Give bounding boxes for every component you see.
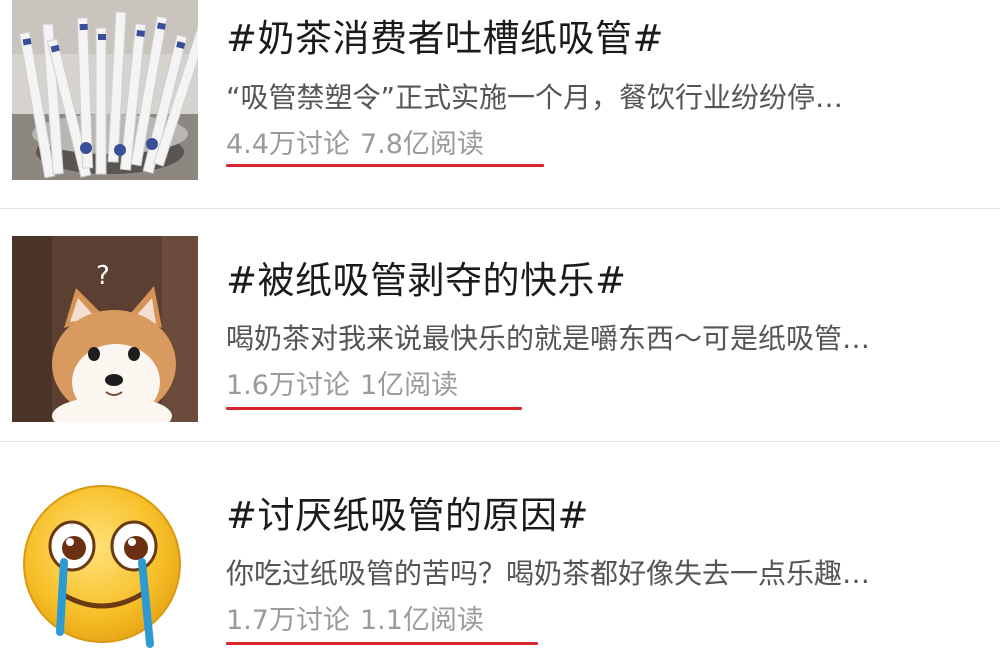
paper-straws-photo-icon (12, 0, 198, 180)
read-count: 1.1亿阅读 (359, 605, 484, 636)
topic-title[interactable]: #被纸吸管剥夺的快乐# (226, 259, 627, 303)
discussion-count: 1.6万讨论 (226, 370, 350, 401)
topic-description: 喝奶茶对我来说最快乐的就是嚼东西～可是纸吸管… (226, 322, 871, 355)
red-underline (226, 407, 522, 410)
topic-stats: 1.7万讨论 1.1亿阅读 (226, 604, 494, 638)
crying-emoji-thumbnail (12, 468, 198, 654)
crying-smiley-emoji-icon (12, 468, 198, 654)
read-count: 7.8亿阅读 (359, 129, 484, 160)
discussion-count: 1.7万讨论 (226, 605, 350, 636)
paper-straws-thumbnail (12, 0, 198, 180)
topic-description: “吸管禁塑令”正式实施一个月，餐饮行业纷纷停… (226, 81, 844, 114)
shiba-dog-thumbnail: ? (12, 236, 198, 422)
topic-title[interactable]: #奶茶消费者吐槽纸吸管# (226, 17, 664, 61)
svg-text:?: ? (96, 261, 110, 291)
topic-stats: 4.4万讨论 7.8亿阅读 (226, 128, 494, 162)
topic-description: 你吃过纸吸管的苦吗？喝奶茶都好像失去一点乐趣… (226, 557, 871, 590)
topic-card-3[interactable]: #讨厌纸吸管的原因# 你吃过纸吸管的苦吗？喝奶茶都好像失去一点乐趣… 1.7万讨… (0, 442, 1000, 658)
confused-shiba-dog-photo-icon: ? (12, 236, 198, 422)
discussion-count: 4.4万讨论 (226, 129, 350, 160)
topic-title[interactable]: #讨厌纸吸管的原因# (226, 494, 589, 538)
topic-stats: 1.6万讨论 1亿阅读 (226, 369, 468, 403)
read-count: 1亿阅读 (359, 370, 459, 401)
red-underline (226, 164, 544, 167)
topic-card-1[interactable]: #奶茶消费者吐槽纸吸管# “吸管禁塑令”正式实施一个月，餐饮行业纷纷停… 4.4… (0, 0, 1000, 208)
topic-card-2[interactable]: ? #被纸吸管剥夺的快乐# 喝奶茶对我来说最快乐的就是嚼东西～可是纸吸管… 1.… (0, 209, 1000, 441)
red-underline (226, 642, 538, 645)
